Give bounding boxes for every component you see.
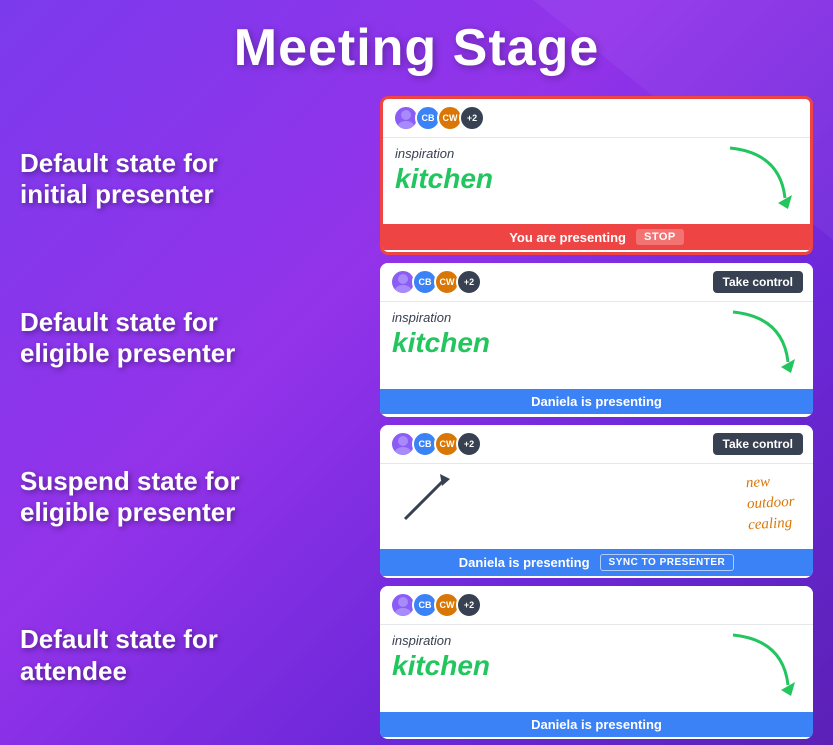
handwriting-note: newoutdoorcealing	[746, 470, 797, 535]
you-are-presenting-bar: You are presenting STOP	[383, 224, 810, 250]
stop-button[interactable]: STOP	[636, 229, 684, 245]
state-label-2: Suspend state foreligible presenter	[20, 456, 360, 538]
avatars-group-4: CB CW +2	[390, 592, 482, 618]
labels-column: Default state forinitial presenter Defau…	[20, 90, 360, 745]
daniela-presenting-bar-3: Daniela is presenting	[380, 712, 813, 737]
daniela-presenting-text-2: Daniela is presenting	[459, 555, 590, 570]
panel-eligible-presenter: CB CW +2 Take control inspiration kitche…	[380, 263, 813, 416]
take-control-button-2[interactable]: Take control	[713, 433, 803, 455]
arrow-icon-4	[723, 630, 803, 700]
avatar-1-plus: +2	[459, 105, 485, 131]
main-layout: Default state forinitial presenter Defau…	[0, 90, 833, 745]
panel-4-header: CB CW +2	[380, 586, 813, 625]
avatar-4-plus: +2	[456, 592, 482, 618]
panel-attendee: CB CW +2 inspiration kitchen Daniela is …	[380, 586, 813, 739]
avatar-2-plus: +2	[456, 269, 482, 295]
panel-2-content: inspiration kitchen	[380, 302, 813, 386]
panel-3-content: newoutdoorcealing	[380, 464, 813, 548]
daniela-presenting-bar-1: Daniela is presenting	[380, 389, 813, 414]
panel-2-footer: Daniela is presenting	[380, 387, 813, 417]
take-control-button-1[interactable]: Take control	[713, 271, 803, 293]
panel-1-header: CB CW +2	[383, 99, 810, 138]
panel-suspend: CB CW +2 Take control newoutdoorcealing …	[380, 425, 813, 578]
panel-4-footer: Daniela is presenting	[380, 709, 813, 739]
avatars-group-2: CB CW +2	[390, 269, 482, 295]
panel-3-footer: Daniela is presenting SYNC TO PRESENTER	[380, 548, 813, 578]
panel-3-header: CB CW +2 Take control	[380, 425, 813, 464]
slash-icon	[395, 474, 455, 524]
panel-1-footer: You are presenting STOP	[383, 222, 810, 252]
arrow-icon-1	[720, 143, 800, 213]
panels-column: CB CW +2 inspiration kitchen You are pre…	[380, 90, 813, 745]
avatars-group-3: CB CW +2	[390, 431, 482, 457]
panel-initial-presenter: CB CW +2 inspiration kitchen You are pre…	[380, 96, 813, 255]
panel-2-header: CB CW +2 Take control	[380, 263, 813, 302]
sync-to-presenter-button[interactable]: SYNC TO PRESENTER	[600, 554, 735, 571]
you-are-presenting-text: You are presenting	[509, 230, 626, 245]
avatars-group-1: CB CW +2	[393, 105, 485, 131]
page-title: Meeting Stage	[0, 0, 833, 90]
daniela-presenting-bar-2: Daniela is presenting SYNC TO PRESENTER	[380, 549, 813, 576]
panel-4-content: inspiration kitchen	[380, 625, 813, 709]
state-label-0: Default state forinitial presenter	[20, 138, 360, 220]
state-label-3: Default state forattendee	[20, 614, 360, 696]
arrow-icon-2	[723, 307, 803, 377]
avatar-3-plus: +2	[456, 431, 482, 457]
state-label-1: Default state foreligible presenter	[20, 297, 360, 379]
panel-1-content: inspiration kitchen	[383, 138, 810, 222]
